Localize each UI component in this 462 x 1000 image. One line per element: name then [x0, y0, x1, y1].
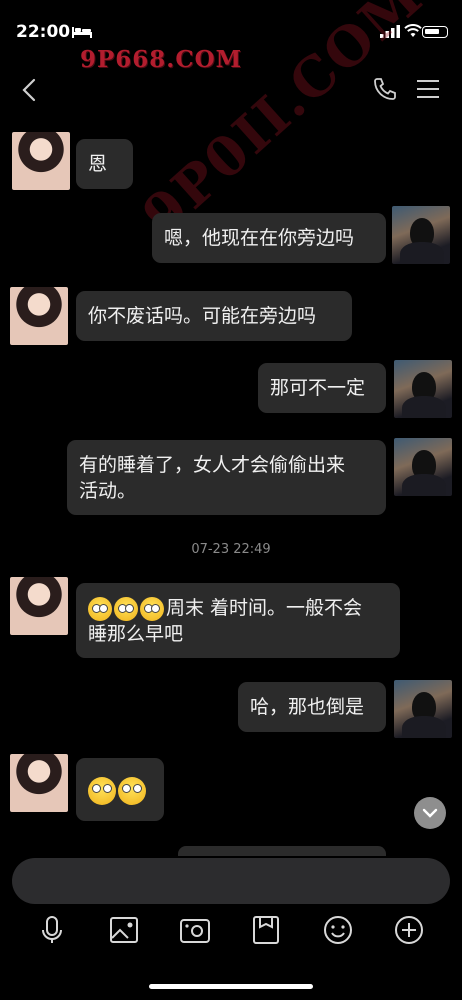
avatar[interactable]	[10, 577, 68, 635]
status-time: 22:00	[16, 22, 71, 42]
emoji-icon	[118, 777, 146, 805]
emoji-icon[interactable]	[318, 910, 358, 950]
message-line: 周末 着时间。一般不会	[166, 597, 363, 619]
avatar[interactable]	[394, 360, 452, 418]
camera-icon[interactable]	[175, 910, 215, 950]
microphone-icon[interactable]	[32, 910, 72, 950]
message-line: 有的睡着了，女人才会偷偷出来	[79, 454, 346, 476]
avatar[interactable]	[392, 206, 450, 264]
menu-icon[interactable]	[416, 78, 440, 100]
emoji-icon	[88, 596, 112, 621]
battery-icon	[422, 26, 448, 38]
emoji-icon	[114, 596, 138, 621]
bed-icon	[72, 27, 92, 38]
avatar[interactable]	[394, 680, 452, 738]
message-bubble	[76, 758, 164, 821]
image-icon[interactable]	[104, 910, 144, 950]
avatar[interactable]	[12, 132, 70, 190]
home-indicator[interactable]	[149, 984, 313, 989]
message-bubble: 有的睡着了，女人才会偷偷出来 活动。	[67, 440, 386, 515]
message-line: 活动。	[79, 480, 137, 502]
chevron-down-icon	[422, 808, 438, 818]
message-bubble: 嗯，他现在在你旁边吗	[152, 213, 386, 263]
back-arrow-icon[interactable]	[18, 76, 42, 104]
chat-nav-bar	[0, 66, 462, 114]
message-bubble: 周末 着时间。一般不会 睡那么早吧	[76, 583, 400, 658]
timestamp: 07-23 22:49	[191, 542, 271, 557]
avatar[interactable]	[10, 754, 68, 812]
message-bubble: 恩	[76, 139, 133, 189]
scroll-down-button[interactable]	[414, 797, 446, 829]
plus-icon[interactable]	[389, 910, 429, 950]
input-toolbar	[0, 910, 462, 950]
message-bubble-partial	[178, 846, 386, 856]
avatar[interactable]	[10, 287, 68, 345]
message-input[interactable]	[12, 858, 450, 904]
emoji-icon	[140, 596, 164, 621]
avatar[interactable]	[394, 438, 452, 496]
emoji-icon	[88, 777, 116, 805]
message-bubble: 你不废话吗。可能在旁边吗	[76, 291, 352, 341]
file-icon[interactable]	[246, 910, 286, 950]
message-line: 睡那么早吧	[88, 623, 184, 645]
phone-icon[interactable]	[372, 76, 398, 102]
message-bubble: 哈，那也倒是	[238, 682, 386, 732]
message-bubble: 那可不一定	[258, 363, 386, 413]
